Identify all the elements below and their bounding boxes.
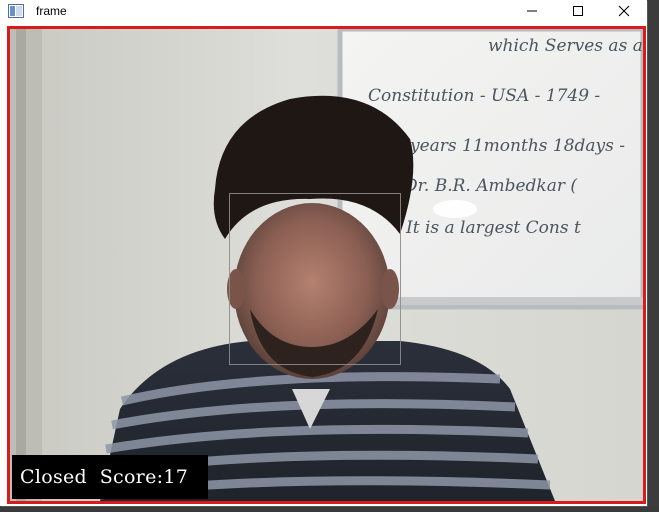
opencv-window-icon (8, 4, 24, 18)
whiteboard-line-2: Constitution - USA - 1749 - (368, 86, 600, 106)
minimize-icon (527, 10, 537, 12)
close-button[interactable] (601, 0, 647, 22)
camera-feed: which Serves as a Constitution - USA - 1… (7, 26, 646, 504)
frame-window: frame which Serves as a Constitution - U… (0, 0, 647, 506)
whiteboard-line-1: which Serves as a (488, 36, 643, 56)
maximize-icon (573, 6, 583, 16)
close-icon (618, 5, 630, 17)
face-detection-box (229, 193, 401, 365)
background-strip (0, 506, 659, 512)
status-text: Closed Score:17 (20, 466, 189, 488)
window-title: frame (36, 4, 67, 18)
maximize-button[interactable] (555, 0, 601, 22)
whiteboard-line-4: Dr. B.R. Ambedkar ( (403, 176, 577, 196)
title-bar[interactable]: frame (0, 0, 647, 23)
whiteboard-line-5: It is a largest Cons t (405, 218, 581, 238)
whiteboard-line-3: years 11months 18days - (409, 136, 625, 156)
status-overlay: Closed Score:17 (12, 455, 208, 499)
minimize-button[interactable] (509, 0, 555, 22)
background-window-edge (647, 0, 659, 512)
